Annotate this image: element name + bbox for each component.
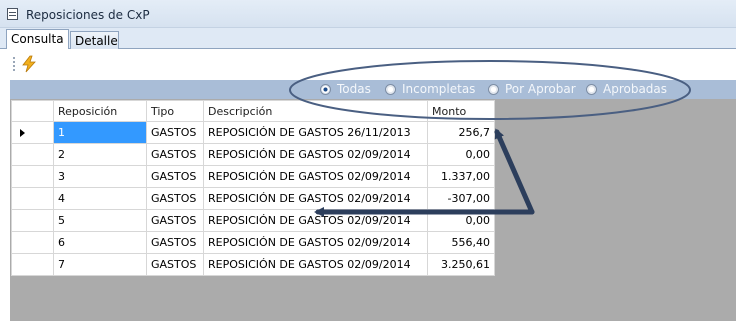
column-header-monto[interactable]: Monto	[427, 100, 495, 122]
current-row-arrow-icon	[20, 129, 25, 137]
row-header[interactable]	[11, 209, 54, 232]
radio-label: Aprobadas	[603, 82, 668, 96]
cell-monto[interactable]: 0,00	[427, 143, 495, 166]
tab-content: Todas Incompletas Por Aprobar Aprobadas …	[0, 49, 736, 321]
radio-selected-icon[interactable]	[320, 84, 331, 95]
cell-reposicion[interactable]: 7	[53, 253, 147, 276]
radio-label: Por Aprobar	[505, 82, 576, 96]
cell-tipo[interactable]: GASTOS	[146, 209, 204, 232]
cell-monto[interactable]: 556,40	[427, 231, 495, 254]
table-row[interactable]: 2 GASTOS REPOSICIÓN DE GASTOS 02/09/2014…	[11, 143, 495, 166]
cell-monto[interactable]: 3.250,61	[427, 253, 495, 276]
tab-detalle[interactable]: Detalle	[70, 31, 119, 49]
lightning-bolt-icon[interactable]	[20, 55, 38, 73]
cell-tipo[interactable]: GASTOS	[146, 187, 204, 210]
table-row[interactable]: 5 GASTOS REPOSICIÓN DE GASTOS 02/09/2014…	[11, 209, 495, 232]
radio-todas[interactable]: Todas	[320, 82, 371, 98]
cell-monto[interactable]: 1.337,00	[427, 165, 495, 188]
tab-strip: Detalle Consulta	[0, 28, 736, 49]
cell-monto[interactable]: 256,7	[427, 121, 495, 144]
cell-reposicion[interactable]: 1	[53, 121, 147, 144]
grid-table: Reposición Tipo Descripción Monto 1 GAST…	[11, 100, 495, 276]
grid-header-row: Reposición Tipo Descripción Monto	[11, 100, 495, 122]
row-header[interactable]	[11, 231, 54, 254]
radio-unselected-icon[interactable]	[385, 84, 396, 95]
tab-consulta[interactable]: Consulta	[6, 29, 69, 49]
radio-incompletas[interactable]: Incompletas	[385, 82, 475, 98]
cell-tipo[interactable]: GASTOS	[146, 253, 204, 276]
row-header[interactable]	[11, 165, 54, 188]
row-header[interactable]	[11, 187, 54, 210]
toolbar-grip[interactable]	[13, 57, 15, 71]
cell-descripcion[interactable]: REPOSICIÓN DE GASTOS 02/09/2014	[203, 165, 428, 188]
toolbar	[0, 49, 736, 79]
table-row[interactable]: 3 GASTOS REPOSICIÓN DE GASTOS 02/09/2014…	[11, 165, 495, 188]
radio-por-aprobar[interactable]: Por Aprobar	[488, 82, 576, 98]
radio-unselected-icon[interactable]	[488, 84, 499, 95]
cell-reposicion[interactable]: 6	[53, 231, 147, 254]
row-header[interactable]	[11, 121, 54, 144]
radio-aprobadas[interactable]: Aprobadas	[586, 82, 667, 98]
row-header[interactable]	[11, 143, 54, 166]
table-row[interactable]: 1 GASTOS REPOSICIÓN DE GASTOS 26/11/2013…	[11, 121, 495, 144]
cell-monto[interactable]: -307,00	[427, 187, 495, 210]
cell-reposicion[interactable]: 5	[53, 209, 147, 232]
cell-descripcion[interactable]: REPOSICIÓN DE GASTOS 02/09/2014	[203, 143, 428, 166]
cell-tipo[interactable]: GASTOS	[146, 165, 204, 188]
row-header-corner[interactable]	[11, 100, 54, 122]
radio-label: Incompletas	[402, 82, 476, 96]
column-header-tipo[interactable]: Tipo	[146, 100, 204, 122]
cell-descripcion[interactable]: REPOSICIÓN DE GASTOS 26/11/2013	[203, 121, 428, 144]
filter-bar: Todas Incompletas Por Aprobar Aprobadas	[10, 80, 736, 99]
column-header-reposicion[interactable]: Reposición	[53, 100, 147, 122]
cell-descripcion[interactable]: REPOSICIÓN DE GASTOS 02/09/2014	[203, 209, 428, 232]
row-header[interactable]	[11, 253, 54, 276]
cell-tipo[interactable]: GASTOS	[146, 121, 204, 144]
radio-unselected-icon[interactable]	[586, 84, 597, 95]
cell-monto[interactable]: 0,00	[427, 209, 495, 232]
cell-reposicion[interactable]: 4	[53, 187, 147, 210]
data-grid[interactable]: Reposición Tipo Descripción Monto 1 GAST…	[10, 99, 736, 321]
radio-label: Todas	[337, 82, 371, 96]
cell-descripcion[interactable]: REPOSICIÓN DE GASTOS 02/09/2014	[203, 187, 428, 210]
table-row[interactable]: 4 GASTOS REPOSICIÓN DE GASTOS 02/09/2014…	[11, 187, 495, 210]
column-header-descripcion[interactable]: Descripción	[203, 100, 428, 122]
cell-reposicion[interactable]: 3	[53, 165, 147, 188]
cell-reposicion[interactable]: 2	[53, 143, 147, 166]
title-bar: Reposiciones de CxP	[0, 0, 736, 28]
cell-descripcion[interactable]: REPOSICIÓN DE GASTOS 02/09/2014	[203, 253, 428, 276]
table-row[interactable]: 6 GASTOS REPOSICIÓN DE GASTOS 02/09/2014…	[11, 231, 495, 254]
cell-tipo[interactable]: GASTOS	[146, 231, 204, 254]
calculator-icon	[7, 8, 18, 20]
table-row[interactable]: 7 GASTOS REPOSICIÓN DE GASTOS 02/09/2014…	[11, 253, 495, 276]
cell-descripcion[interactable]: REPOSICIÓN DE GASTOS 02/09/2014	[203, 231, 428, 254]
window-title: Reposiciones de CxP	[26, 8, 150, 22]
cell-tipo[interactable]: GASTOS	[146, 143, 204, 166]
